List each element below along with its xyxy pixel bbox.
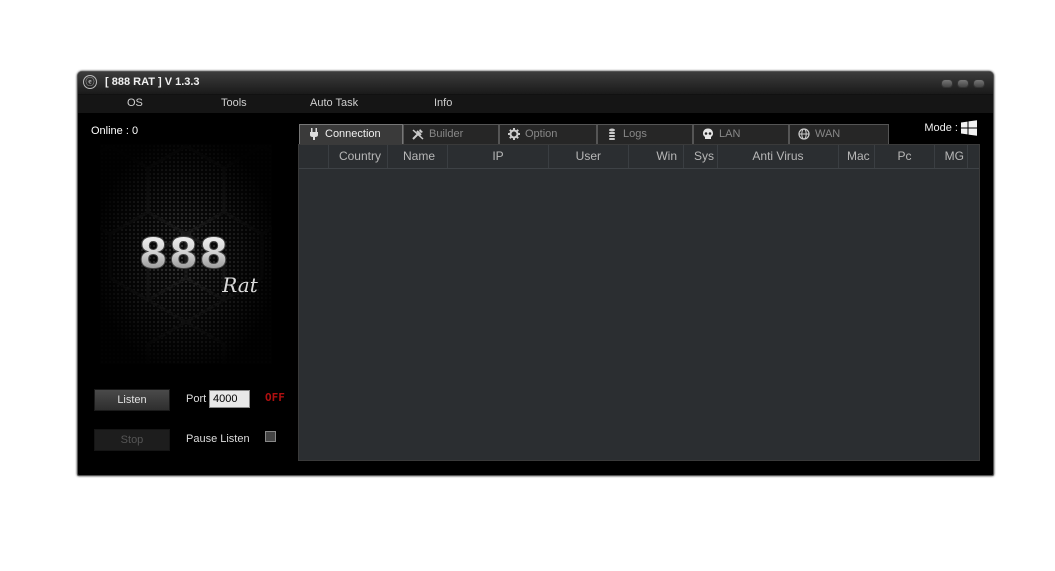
menu-os[interactable]: OS — [127, 97, 143, 109]
left-panel: Online : 0 888 Rat Listen Port 4000 OFF … — [78, 114, 296, 474]
logo-rat-text: Rat — [221, 273, 258, 297]
tools-icon — [412, 129, 424, 140]
skull-icon — [703, 128, 713, 139]
tab-option[interactable]: Option — [499, 124, 597, 144]
tab-logs-label: Logs — [623, 128, 647, 140]
tab-wan-label: WAN — [815, 128, 841, 140]
menu-tools[interactable]: Tools — [221, 97, 247, 109]
tab-builder-label: Builder — [429, 128, 464, 140]
tab-lan[interactable]: LAN — [693, 124, 789, 144]
listen-button[interactable]: Listen — [94, 389, 170, 411]
pause-listen-checkbox[interactable] — [265, 431, 276, 442]
menu-info[interactable]: Info — [434, 97, 452, 109]
logo-888-text: 888 — [139, 229, 230, 278]
column-header-country[interactable]: Country — [329, 145, 388, 168]
rat-logo: 888 Rat — [100, 144, 272, 364]
main-window: ⓔ [ 888 RAT ] V 1.3.3 OS Tools Auto Task… — [77, 71, 994, 476]
port-input[interactable] — [209, 390, 250, 408]
close-button[interactable] — [973, 79, 985, 88]
column-header-mac[interactable]: Mac — [839, 145, 875, 168]
column-header-sys[interactable]: Sys — [684, 145, 718, 168]
column-header-ip[interactable]: IP — [448, 145, 549, 168]
minimize-button[interactable] — [941, 79, 953, 88]
column-header-blank[interactable] — [299, 145, 329, 168]
plug-icon — [310, 128, 318, 140]
online-count: Online : 0 — [91, 125, 139, 137]
connections-table[interactable]: Country Name IP User Win Sys Anti Virus … — [298, 144, 980, 461]
port-label: Port — [186, 393, 207, 405]
column-header-user[interactable]: User — [549, 145, 629, 168]
column-header-mg[interactable]: MG — [935, 145, 968, 168]
column-header-win[interactable]: Win — [629, 145, 684, 168]
maximize-button[interactable] — [957, 79, 969, 88]
column-header-pc[interactable]: Pc — [875, 145, 935, 168]
table-header: Country Name IP User Win Sys Anti Virus … — [299, 145, 979, 169]
tab-lan-label: LAN — [719, 128, 741, 140]
window-title: [ 888 RAT ] V 1.3.3 — [105, 76, 200, 88]
mode-label: Mode : — [924, 122, 958, 134]
app-icon[interactable]: ⓔ — [83, 75, 97, 89]
windows-logo-icon[interactable] — [961, 120, 977, 136]
title-bar[interactable]: ⓔ [ 888 RAT ] V 1.3.3 — [78, 72, 993, 95]
window-controls — [941, 79, 985, 88]
gear-icon — [508, 128, 520, 140]
pause-listen-label: Pause Listen — [186, 433, 250, 445]
column-header-name[interactable]: Name — [388, 145, 448, 168]
menu-auto-task[interactable]: Auto Task — [310, 97, 358, 109]
column-header-anti-virus[interactable]: Anti Virus — [718, 145, 839, 168]
stop-button[interactable]: Stop — [94, 429, 170, 451]
status-badge: OFF — [265, 391, 285, 404]
tab-connection-label: Connection — [325, 128, 381, 140]
tab-logs[interactable]: Logs — [597, 124, 693, 144]
tab-connection[interactable]: Connection — [299, 124, 403, 144]
tab-wan[interactable]: WAN — [789, 124, 889, 144]
tab-option-label: Option — [525, 128, 558, 140]
menu-bar: OS Tools Auto Task Info — [78, 95, 993, 113]
tab-builder[interactable]: Builder — [403, 124, 499, 144]
database-icon — [609, 128, 615, 140]
globe-icon — [798, 128, 810, 140]
